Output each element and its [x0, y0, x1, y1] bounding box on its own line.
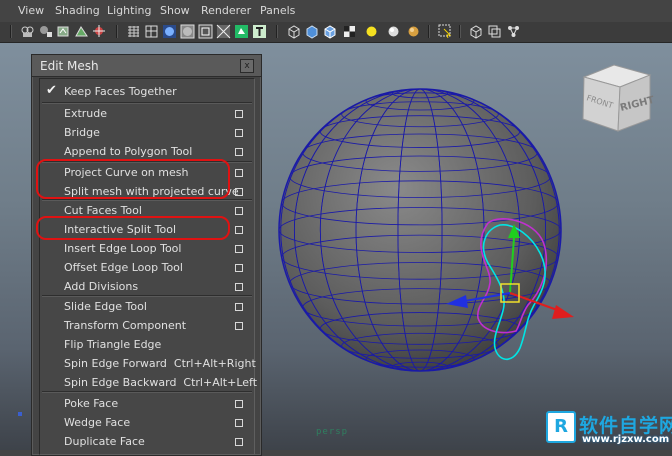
isolate-select-icon[interactable] — [438, 24, 453, 39]
menu-item-bridge[interactable]: Bridge — [40, 123, 254, 142]
menu-item-insert-edge-loop[interactable]: Insert Edge Loop Tool — [40, 239, 254, 258]
wireframe-icon[interactable] — [144, 24, 159, 39]
cube-shaded-icon[interactable] — [304, 24, 319, 39]
option-box-icon[interactable] — [235, 419, 243, 427]
watermark: R 软件自学网 www.rjzxw.com — [546, 411, 672, 447]
cube-wire-on-shaded-icon[interactable] — [322, 24, 337, 39]
check-icon: ✔ — [46, 83, 57, 98]
bounding-box-icon[interactable] — [198, 24, 213, 39]
menu-panels[interactable]: Panels — [260, 4, 295, 17]
option-box-icon[interactable] — [235, 110, 243, 118]
grid-icon[interactable] — [126, 24, 141, 39]
menu-item-add-divisions[interactable]: Add Divisions — [40, 277, 254, 296]
smooth-shade-icon[interactable] — [162, 24, 177, 39]
flat-shade-icon[interactable] — [180, 24, 195, 39]
option-box-icon[interactable] — [235, 129, 243, 137]
option-box-icon[interactable] — [235, 188, 243, 196]
option-box-icon[interactable] — [235, 148, 243, 156]
toolbar-separator — [276, 25, 278, 38]
textured-icon[interactable] — [216, 24, 231, 39]
toolbar-separator — [459, 25, 461, 38]
option-box-icon[interactable] — [235, 303, 243, 311]
menu-item-slide-edge[interactable]: Slide Edge Tool — [40, 297, 254, 316]
viewport-toolbar — [0, 22, 672, 43]
default-light-icon[interactable] — [364, 24, 379, 39]
option-box-icon[interactable] — [235, 264, 243, 272]
menu-item-flip-triangle-edge[interactable]: Flip Triangle Edge — [40, 335, 254, 354]
highlight-project-curve-group — [36, 159, 230, 199]
option-box-icon[interactable] — [235, 322, 243, 330]
option-box-icon[interactable] — [235, 245, 243, 253]
toolbar-separator — [428, 25, 430, 38]
option-box-icon[interactable] — [235, 438, 243, 446]
pivot-icon[interactable] — [92, 24, 107, 39]
menu-item-wedge-face[interactable]: Wedge Face — [40, 413, 254, 432]
menu-view[interactable]: View — [18, 4, 44, 17]
highlight-interactive-split — [36, 216, 230, 240]
menu-item-duplicate-face[interactable]: Duplicate Face — [40, 432, 254, 451]
option-box-icon[interactable] — [235, 283, 243, 291]
menu-item-poke-face[interactable]: Poke Face — [40, 394, 254, 413]
toolbar-separator — [116, 25, 118, 38]
menu-show[interactable]: Show — [160, 4, 190, 17]
camera-label: persp — [316, 427, 349, 437]
camera-attr-icon[interactable] — [38, 24, 53, 39]
panel-title-bar[interactable]: Edit Mesh x — [32, 55, 261, 77]
film-gate-icon[interactable] — [487, 24, 502, 39]
toolbar-separator — [10, 25, 12, 38]
menubar: View Shading Lighting Show Renderer Pane… — [0, 0, 672, 23]
watermark-logo: R — [546, 411, 576, 443]
menu-item-extrude[interactable]: Extrude — [40, 104, 254, 123]
option-box-icon[interactable] — [235, 226, 243, 234]
menu-divider — [42, 391, 252, 393]
watermark-url: www.rjzxw.com — [582, 434, 670, 445]
checker-icon[interactable] — [342, 24, 357, 39]
lights-icon[interactable] — [234, 24, 249, 39]
cube-wire-icon[interactable] — [286, 24, 301, 39]
option-box-icon[interactable] — [235, 207, 243, 215]
menu-item-transform-component[interactable]: Transform Component — [40, 316, 254, 335]
close-button[interactable]: x — [240, 59, 254, 73]
text-icon[interactable] — [252, 24, 267, 39]
panel-title: Edit Mesh — [40, 59, 99, 73]
camera-icon[interactable] — [20, 24, 35, 39]
option-box-icon[interactable] — [235, 400, 243, 408]
edit-mesh-menu: ✔ Keep Faces Together Extrude Bridge Appe… — [39, 78, 257, 455]
axis-indicator — [18, 412, 22, 416]
select-camera-icon[interactable] — [506, 24, 521, 39]
menu-renderer[interactable]: Renderer — [201, 4, 251, 17]
option-box-icon[interactable] — [235, 169, 243, 177]
xray-icon[interactable] — [406, 24, 421, 39]
menu-shading[interactable]: Shading — [55, 4, 100, 17]
shadows-icon[interactable] — [386, 24, 401, 39]
menu-item-spin-edge-forward[interactable]: Spin Edge Forward Ctrl+Alt+Right — [40, 354, 256, 373]
menu-item-spin-edge-backward[interactable]: Spin Edge Backward Ctrl+Alt+Left — [40, 373, 257, 392]
menu-lighting[interactable]: Lighting — [107, 4, 151, 17]
menu-item-keep-faces-together[interactable]: ✔ Keep Faces Together — [40, 82, 254, 101]
image-plane-icon[interactable] — [74, 24, 89, 39]
menu-item-offset-edge-loop[interactable]: Offset Edge Loop Tool — [40, 258, 254, 277]
resolution-gate-icon[interactable] — [468, 24, 483, 39]
edit-mesh-panel: Edit Mesh x ✔ Keep Faces Together Extrude… — [31, 54, 262, 456]
bookmark-icon[interactable] — [56, 24, 71, 39]
manipulator-x-arrow — [552, 305, 574, 319]
